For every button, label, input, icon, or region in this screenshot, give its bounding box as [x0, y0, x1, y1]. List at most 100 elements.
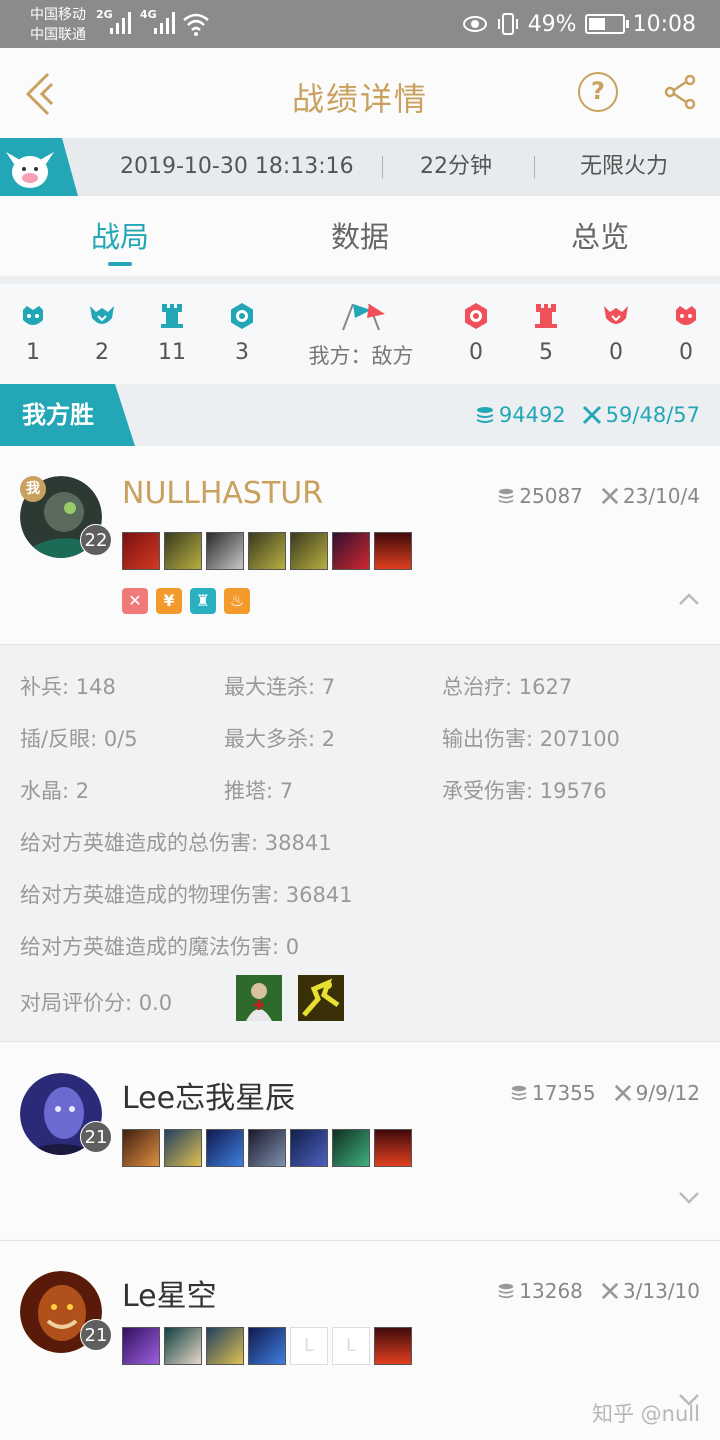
chevron-up-icon[interactable]: [678, 592, 700, 606]
carrier-1: 中国移动: [30, 7, 86, 23]
ally-baron: 1: [13, 302, 53, 365]
team-result-bar: 我方胜 94492 59/48/57: [0, 384, 720, 446]
player-gold-value: 17355: [532, 1081, 596, 1105]
player-gold-value: 13268: [519, 1279, 583, 1303]
champion-level: 21: [80, 1121, 112, 1153]
player-gold: 13268: [497, 1279, 583, 1303]
watermark: 知乎 @null: [592, 1402, 700, 1426]
player-stats: 17355 9/9/12: [510, 1081, 700, 1105]
share-icon[interactable]: [664, 74, 698, 110]
empty-item-slot[interactable]: L: [290, 1327, 328, 1365]
item-slots: L L: [122, 1327, 412, 1365]
team-gold: 94492: [475, 384, 566, 446]
chevron-down-icon[interactable]: [678, 1191, 700, 1205]
team-kda: 59/48/57: [582, 384, 700, 446]
item-slot[interactable]: [122, 532, 160, 570]
clock: 10:08: [632, 11, 696, 37]
item-slot[interactable]: [290, 532, 328, 570]
crossed-swords-icon: [601, 487, 619, 505]
item-slot[interactable]: [206, 532, 244, 570]
app-header: 战绩详情 ?: [0, 48, 720, 138]
trinket-slot[interactable]: [374, 532, 412, 570]
enemy-tower: 5: [526, 302, 566, 365]
ally-tower-count: 11: [158, 340, 186, 365]
player-stats: 13268 3/13/10: [497, 1279, 700, 1303]
item-slot[interactable]: [206, 1129, 244, 1167]
versus-flags-icon: [342, 303, 385, 331]
ally-tower: 11: [152, 302, 192, 365]
status-bar: 中国移动 中国联通 2G 4G 49% 10:08: [0, 0, 720, 48]
player-kda: 23/10/4: [601, 484, 700, 508]
item-slot[interactable]: [164, 1327, 202, 1365]
self-badge: 我: [20, 476, 46, 502]
battery-percent: 49%: [527, 11, 577, 37]
eye-icon: [462, 16, 487, 32]
player-gold: 17355: [510, 1081, 596, 1105]
item-slot[interactable]: [290, 1129, 328, 1167]
stat-max-streak: 最大连杀: 7: [224, 675, 336, 699]
enemy-dragon-count: 0: [609, 340, 623, 365]
item-slots: [122, 1129, 412, 1167]
player-name: Le星空: [122, 1279, 217, 1314]
battery-icon: [584, 14, 629, 34]
item-slot[interactable]: [248, 1129, 286, 1167]
status-right: 49% 10:08: [462, 0, 696, 48]
player-name: NULLHASTUR: [122, 476, 324, 511]
help-button[interactable]: ?: [578, 72, 618, 112]
player-card[interactable]: 我 22 NULLHASTUR 25087 23/10/4 ✕ ¥ ♜ ♨: [0, 446, 720, 644]
enemy-inhibitor: 0: [456, 302, 496, 365]
match-info-bar: 2019-10-30 18:13:16 22分钟 无限火力: [0, 138, 720, 196]
item-slot[interactable]: [164, 532, 202, 570]
empty-item-slot[interactable]: L: [332, 1327, 370, 1365]
trinket-slot[interactable]: [374, 1327, 412, 1365]
tower-badge-icon: ♜: [190, 588, 216, 614]
item-slot[interactable]: [248, 1327, 286, 1365]
enemy-baron: 0: [666, 302, 706, 365]
item-slot[interactable]: [332, 1129, 370, 1167]
crossed-swords-icon: [582, 405, 601, 425]
gold-coins-icon: [499, 1283, 514, 1299]
team-summary: 94492 59/48/57: [475, 384, 700, 446]
carrier-2: 中国联通: [30, 27, 86, 43]
stat-wards: 插/反眼: 0/5: [20, 727, 138, 751]
fire-badge-icon: ♨: [224, 588, 250, 614]
player-details-panel: 补兵: 148 最大连杀: 7 总治疗: 1627 插/反眼: 0/5 最大多杀…: [0, 644, 720, 1042]
dragon-icon: [604, 306, 628, 324]
tab-battle[interactable]: 战局: [40, 214, 200, 256]
gold-coins-icon: [511, 1085, 527, 1101]
mode-badge-icon: [0, 138, 78, 196]
summoner-spell-ghost-icon[interactable]: [298, 975, 344, 1021]
item-slot[interactable]: [122, 1327, 160, 1365]
signal-icon: [110, 12, 131, 34]
objectives-row: 1 2 11 3 我方：敌方 0 5 0 0: [0, 284, 720, 384]
player-kda: 9/9/12: [614, 1081, 700, 1105]
ally-inhibitor-count: 3: [235, 340, 249, 365]
enemy-dragon: 0: [596, 302, 636, 365]
match-datetime: 2019-10-30 18:13:16: [120, 154, 354, 179]
item-slot[interactable]: [122, 1129, 160, 1167]
trinket-slot[interactable]: [374, 1129, 412, 1167]
stat-champ-physical-damage: 给对方英雄造成的物理伤害: 36841: [20, 883, 353, 907]
item-slot[interactable]: [248, 532, 286, 570]
summoner-spell-heal-icon[interactable]: [236, 975, 282, 1021]
stat-damage-taken: 承受伤害: 19576: [442, 779, 607, 803]
inhibitor-icon: [231, 303, 253, 329]
ally-baron-count: 1: [26, 340, 40, 365]
player-kda-value: 3/13/10: [622, 1279, 700, 1303]
versus-label: 我方：敌方: [296, 300, 426, 370]
champion-level: 21: [80, 1319, 112, 1351]
item-slot[interactable]: [164, 1129, 202, 1167]
player-card[interactable]: 21 Lee忘我星辰 17355 9/9/12: [0, 1043, 720, 1239]
item-slot[interactable]: [332, 532, 370, 570]
tower-icon: [161, 304, 183, 328]
result-label: 我方胜: [22, 401, 94, 429]
item-slot[interactable]: [206, 1327, 244, 1365]
achievement-badges: ✕ ¥ ♜ ♨: [122, 588, 250, 614]
tab-overview[interactable]: 总览: [520, 214, 680, 256]
tab-data[interactable]: 数据: [280, 214, 440, 256]
stat-cs: 补兵: 148: [20, 675, 116, 699]
stat-champ-magic-damage: 给对方英雄造成的魔法伤害: 0: [20, 935, 300, 959]
gold-badge-icon: ¥: [156, 588, 182, 614]
vibrate-icon: [497, 13, 518, 35]
stat-towers: 推塔: 7: [224, 779, 294, 803]
